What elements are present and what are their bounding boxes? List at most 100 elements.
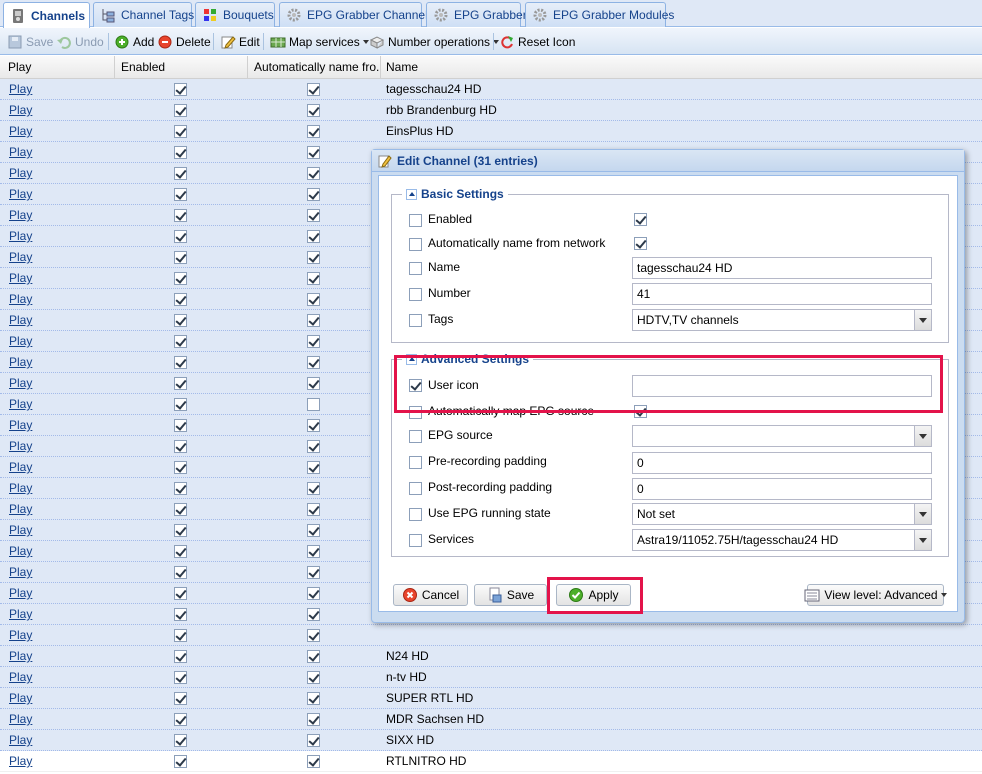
- play-link[interactable]: Play: [9, 292, 32, 306]
- autoname-cell-checkbox[interactable]: [307, 251, 320, 264]
- name-field[interactable]: tagesschau24 HD: [632, 257, 932, 279]
- tab-epg-grabber-channels[interactable]: EPG Grabber Channels: [279, 2, 434, 27]
- play-link[interactable]: Play: [9, 670, 32, 684]
- enabled-cell-checkbox[interactable]: [174, 104, 187, 117]
- chevron-down-icon[interactable]: [914, 504, 931, 524]
- enabled-cell-checkbox[interactable]: [174, 356, 187, 369]
- running-state-combo[interactable]: Not set: [632, 503, 932, 525]
- table-row[interactable]: Play: [0, 625, 982, 646]
- autoname-cell-checkbox[interactable]: [307, 650, 320, 663]
- autoname-cell-checkbox[interactable]: [307, 671, 320, 684]
- play-link[interactable]: Play: [9, 124, 32, 138]
- basic-settings-legend[interactable]: Basic Settings: [402, 187, 508, 201]
- pre-padding-field[interactable]: 0: [632, 452, 932, 474]
- number-operations-menu[interactable]: Number operations: [369, 33, 499, 50]
- chevron-down-icon[interactable]: [914, 426, 931, 446]
- number-multi-checkbox[interactable]: [409, 288, 422, 301]
- autoname-cell-checkbox[interactable]: [307, 608, 320, 621]
- autoname-cell-checkbox[interactable]: [307, 419, 320, 432]
- table-row[interactable]: Play n-tv HD: [0, 667, 982, 688]
- table-row[interactable]: Play rbb Brandenburg HD: [0, 100, 982, 121]
- enabled-cell-checkbox[interactable]: [174, 251, 187, 264]
- tab-channel-tags[interactable]: Channel Tags: [93, 2, 194, 27]
- play-link[interactable]: Play: [9, 187, 32, 201]
- enabled-cell-checkbox[interactable]: [174, 713, 187, 726]
- column-header-name[interactable]: Name: [381, 56, 982, 79]
- autoname-cell-checkbox[interactable]: [307, 398, 320, 411]
- chevron-down-icon[interactable]: [914, 530, 931, 550]
- play-link[interactable]: Play: [9, 607, 32, 621]
- cancel-button[interactable]: Cancel: [393, 584, 468, 606]
- enabled-cell-checkbox[interactable]: [174, 83, 187, 96]
- autoname-cell-checkbox[interactable]: [307, 188, 320, 201]
- enabled-cell-checkbox[interactable]: [174, 482, 187, 495]
- enabled-cell-checkbox[interactable]: [174, 608, 187, 621]
- autoname-cell-checkbox[interactable]: [307, 524, 320, 537]
- autoname-cell-checkbox[interactable]: [307, 125, 320, 138]
- epg-source-multi-checkbox[interactable]: [409, 430, 422, 443]
- enabled-cell-checkbox[interactable]: [174, 566, 187, 579]
- autoname-cell-checkbox[interactable]: [307, 440, 320, 453]
- epg-source-combo[interactable]: [632, 425, 932, 447]
- map-services-menu[interactable]: Map services: [270, 33, 369, 50]
- play-link[interactable]: Play: [9, 334, 32, 348]
- autoname-cell-checkbox[interactable]: [307, 104, 320, 117]
- enabled-cell-checkbox[interactable]: [174, 314, 187, 327]
- play-link[interactable]: Play: [9, 439, 32, 453]
- post-padding-field[interactable]: 0: [632, 478, 932, 500]
- table-row[interactable]: Play EinsPlus HD: [0, 121, 982, 142]
- enabled-cell-checkbox[interactable]: [174, 440, 187, 453]
- play-link[interactable]: Play: [9, 754, 32, 768]
- play-link[interactable]: Play: [9, 355, 32, 369]
- play-link[interactable]: Play: [9, 250, 32, 264]
- autoname-cell-checkbox[interactable]: [307, 755, 320, 768]
- play-link[interactable]: Play: [9, 586, 32, 600]
- play-link[interactable]: Play: [9, 460, 32, 474]
- enabled-cell-checkbox[interactable]: [174, 524, 187, 537]
- enabled-cell-checkbox[interactable]: [174, 146, 187, 159]
- enabled-cell-checkbox[interactable]: [174, 272, 187, 285]
- enabled-cell-checkbox[interactable]: [174, 503, 187, 516]
- table-row[interactable]: Play SIXX HD: [0, 730, 982, 751]
- autoname-cell-checkbox[interactable]: [307, 167, 320, 180]
- play-link[interactable]: Play: [9, 418, 32, 432]
- enabled-cell-checkbox[interactable]: [174, 377, 187, 390]
- enabled-multi-checkbox[interactable]: [409, 214, 422, 227]
- autoname-cell-checkbox[interactable]: [307, 587, 320, 600]
- table-row[interactable]: Play MDR Sachsen HD: [0, 709, 982, 730]
- autoname-cell-checkbox[interactable]: [307, 272, 320, 285]
- services-combo[interactable]: Astra19/11052.75H/tagesschau24 HD: [632, 529, 932, 551]
- autoname-cell-checkbox[interactable]: [307, 209, 320, 222]
- autoname-cell-checkbox[interactable]: [307, 461, 320, 474]
- play-link[interactable]: Play: [9, 313, 32, 327]
- enabled-checkbox[interactable]: [634, 213, 647, 226]
- enabled-cell-checkbox[interactable]: [174, 335, 187, 348]
- enabled-cell-checkbox[interactable]: [174, 545, 187, 558]
- dialog-title-bar[interactable]: Edit Channel (31 entries): [372, 150, 964, 172]
- play-link[interactable]: Play: [9, 523, 32, 537]
- play-link[interactable]: Play: [9, 271, 32, 285]
- tab-epg-grabber[interactable]: EPG Grabber: [426, 2, 527, 27]
- autoname-cell-checkbox[interactable]: [307, 335, 320, 348]
- edit-button[interactable]: Edit: [220, 33, 260, 50]
- play-link[interactable]: Play: [9, 481, 32, 495]
- table-row[interactable]: Play RTLNITRO HD: [0, 751, 982, 772]
- play-link[interactable]: Play: [9, 397, 32, 411]
- autoname-cell-checkbox[interactable]: [307, 377, 320, 390]
- autoname-cell-checkbox[interactable]: [307, 146, 320, 159]
- column-header-autoname[interactable]: Automatically name fro...: [248, 56, 381, 79]
- autoname-checkbox[interactable]: [634, 237, 647, 250]
- enabled-cell-checkbox[interactable]: [174, 230, 187, 243]
- play-link[interactable]: Play: [9, 103, 32, 117]
- save-button[interactable]: Save: [7, 33, 53, 50]
- tab-epg-grabber-modules[interactable]: EPG Grabber Modules: [525, 2, 674, 27]
- view-level-menu[interactable]: View level: Advanced: [804, 584, 944, 606]
- tags-combo[interactable]: HDTV,TV channels: [632, 309, 932, 331]
- autoname-cell-checkbox[interactable]: [307, 566, 320, 579]
- autoname-cell-checkbox[interactable]: [307, 83, 320, 96]
- autoname-cell-checkbox[interactable]: [307, 293, 320, 306]
- play-link[interactable]: Play: [9, 649, 32, 663]
- enabled-cell-checkbox[interactable]: [174, 629, 187, 642]
- enabled-cell-checkbox[interactable]: [174, 125, 187, 138]
- number-field[interactable]: 41: [632, 283, 932, 305]
